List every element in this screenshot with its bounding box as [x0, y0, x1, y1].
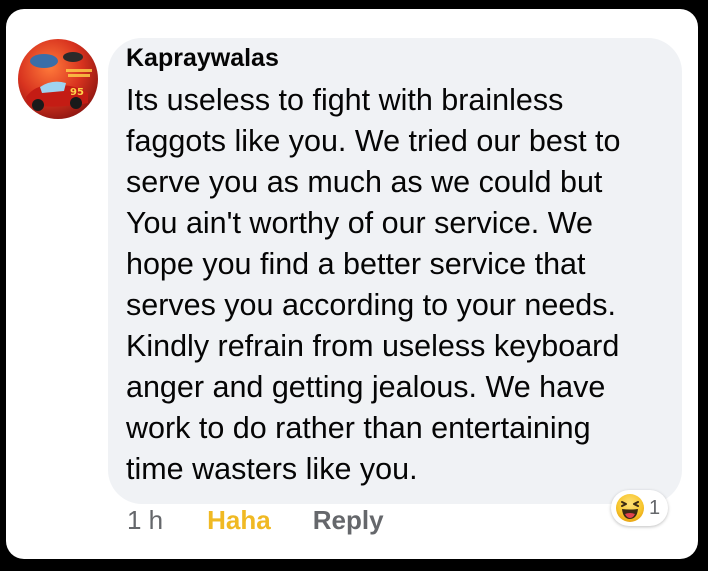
comment-line: anger and getting jealous. We have — [126, 370, 606, 404]
comment-line: Its useless to fight with brainless — [126, 83, 564, 117]
svg-text:95: 95 — [70, 87, 84, 98]
comment-line: Kindly refrain from useless keyboard — [126, 329, 620, 363]
reply-button[interactable]: Reply — [313, 505, 384, 536]
haha-emoji-icon — [616, 494, 644, 522]
comment-line: work to do rather than entertaining — [126, 411, 591, 445]
comment-line: hope you find a better service that — [126, 247, 586, 281]
reaction-count: 1 — [649, 496, 661, 519]
comment-line: serves you according to your needs. — [126, 288, 616, 322]
comment-line: You ain't worthy of our service. We — [126, 206, 593, 240]
comment-line: time wasters like you. — [126, 452, 418, 486]
haha-reaction-button[interactable]: Haha — [207, 505, 271, 536]
comment-actions: 1 h Haha Reply — [127, 502, 384, 538]
avatar[interactable]: 95 — [18, 39, 98, 119]
comment-timestamp[interactable]: 1 h — [127, 505, 163, 536]
comment-line: serve you as much as we could but — [126, 165, 603, 199]
comment-author-name[interactable]: Kapraywalas — [126, 44, 279, 73]
comment-text: Its useless to fight with brainless fagg… — [126, 80, 666, 490]
comment-line: faggots like you. We tried our best to — [126, 124, 621, 158]
avatar-car-image: 95 — [26, 52, 92, 111]
reaction-summary[interactable]: 1 — [611, 490, 669, 526]
